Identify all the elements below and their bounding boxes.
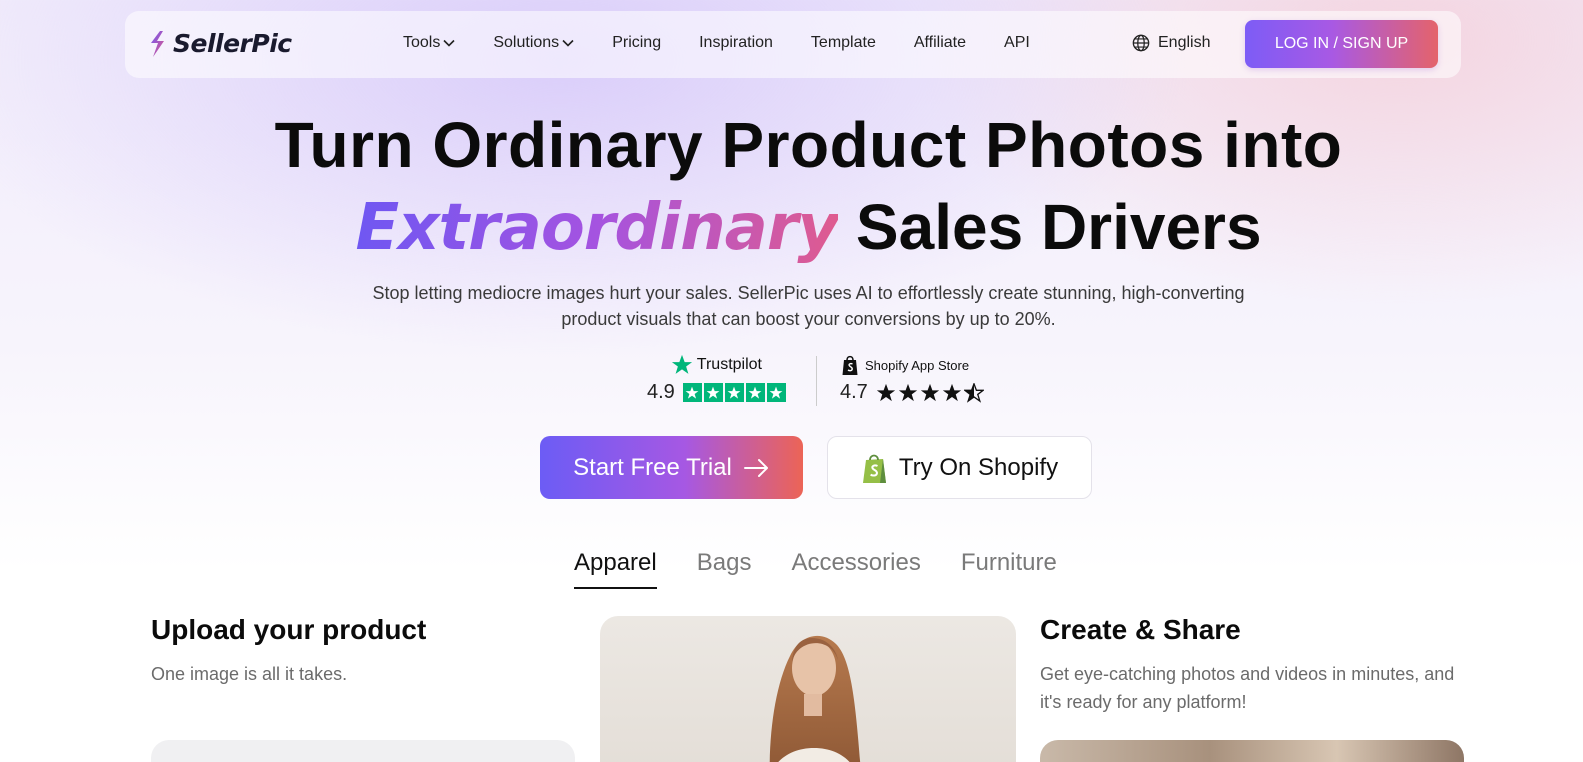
- hero-title-line1: Turn Ordinary Product Photos into: [274, 109, 1343, 181]
- hero-title-line2: Extraordinary Sales Drivers: [0, 190, 1583, 265]
- logo-text: SellerPic: [173, 29, 292, 58]
- hero-subtitle: Stop letting mediocre images hurt your s…: [350, 280, 1267, 332]
- star-icon: [766, 383, 786, 402]
- nav-solutions-label: Solutions: [493, 34, 560, 51]
- language-selector[interactable]: English: [1132, 34, 1210, 52]
- tab-bags[interactable]: Bags: [697, 549, 752, 589]
- chevron-down-icon: [562, 39, 574, 47]
- star-icon: [724, 383, 744, 402]
- tab-furniture[interactable]: Furniture: [961, 549, 1057, 589]
- star-icon: [745, 383, 765, 402]
- language-label: English: [1158, 34, 1211, 51]
- logo[interactable]: SellerPic: [147, 29, 292, 58]
- hero-subtitle-line2: product visuals that can boost your conv…: [561, 309, 1056, 329]
- create-share-text-line2: it's ready for any platform!: [1040, 692, 1247, 712]
- nav-pricing[interactable]: Pricing: [612, 34, 661, 52]
- arrow-right-icon: [743, 458, 768, 477]
- chevron-down-icon: [443, 39, 455, 47]
- nav-solutions[interactable]: Solutions: [493, 34, 574, 52]
- shopify-bag-icon: [842, 355, 858, 375]
- tab-apparel[interactable]: Apparel: [574, 549, 657, 589]
- nav-api[interactable]: API: [1004, 34, 1030, 52]
- model-photo: [600, 616, 1016, 762]
- nav-inspiration[interactable]: Inspiration: [699, 34, 773, 52]
- trustpilot-rating: Trustpilot 4.9: [647, 352, 786, 404]
- nav-affiliate[interactable]: Affiliate: [914, 34, 966, 52]
- star-icon: [898, 383, 917, 401]
- trustpilot-stars: [682, 383, 786, 402]
- hero-subtitle-line1: Stop letting mediocre images hurt your s…: [372, 283, 1245, 303]
- trustpilot-score: 4.9: [647, 381, 675, 403]
- nav-template-label: Template: [810, 34, 876, 51]
- hero-title-line2-rest: Sales Drivers: [855, 191, 1262, 263]
- star-icon: [920, 383, 939, 401]
- half-star-icon: [963, 382, 984, 403]
- upload-title: Upload your product: [151, 614, 427, 645]
- trustpilot-star-icon: [671, 354, 692, 374]
- shopify-store-name: Shopify App Store: [865, 357, 970, 373]
- top-navbar: SellerPic Tools Solutions Pricing Inspir…: [125, 11, 1461, 78]
- create-share-text: Get eye-catching photos and videos in mi…: [1040, 660, 1454, 716]
- try-on-shopify-button[interactable]: Try On Shopify: [827, 436, 1092, 499]
- nav-inspiration-label: Inspiration: [699, 34, 773, 51]
- trustpilot-brand: Trustpilot: [671, 352, 762, 378]
- logo-bolt-icon: [151, 30, 164, 57]
- shopify-brand: Shopify App Store: [840, 352, 984, 378]
- nav-tools[interactable]: Tools: [403, 34, 455, 52]
- upload-dropzone[interactable]: [151, 740, 575, 762]
- globe-icon: [1132, 34, 1150, 52]
- nav-tools-label: Tools: [403, 34, 441, 51]
- star-icon: [703, 383, 723, 402]
- model-image: [769, 636, 861, 762]
- ratings-divider: [816, 356, 817, 406]
- shopify-logo-icon: [862, 454, 886, 483]
- trustpilot-name: Trustpilot: [696, 356, 762, 373]
- star-icon: [876, 383, 895, 401]
- result-preview: [1040, 740, 1464, 762]
- upload-text: One image is all it takes.: [151, 664, 348, 684]
- shopify-rating: Shopify App Store 4.7: [840, 352, 984, 404]
- nav-api-label: API: [1004, 34, 1030, 51]
- start-free-trial-label: Start Free Trial: [573, 453, 732, 481]
- start-free-trial-button[interactable]: Start Free Trial: [540, 436, 803, 499]
- nav-pricing-label: Pricing: [612, 34, 662, 51]
- try-on-shopify-label: Try On Shopify: [898, 453, 1059, 481]
- hero-accent-word: Extraordinary: [355, 191, 839, 265]
- tab-accessories[interactable]: Accessories: [791, 549, 920, 589]
- category-tabs: Apparel Bags Accessories Furniture: [574, 549, 1057, 589]
- create-share-text-line1: Get eye-catching photos and videos in mi…: [1040, 664, 1455, 684]
- nav-affiliate-label: Affiliate: [913, 34, 967, 51]
- star-icon: [682, 383, 702, 402]
- main-menu: Tools Solutions Pricing Inspiration Temp…: [403, 34, 1030, 52]
- create-share-title: Create & Share: [1040, 614, 1241, 645]
- shopify-stars: [876, 382, 984, 403]
- shopify-score: 4.7: [840, 381, 868, 403]
- login-signup-button[interactable]: LOG IN / SIGN UP: [1245, 20, 1438, 68]
- nav-template[interactable]: Template: [811, 34, 876, 52]
- star-icon: [942, 383, 961, 401]
